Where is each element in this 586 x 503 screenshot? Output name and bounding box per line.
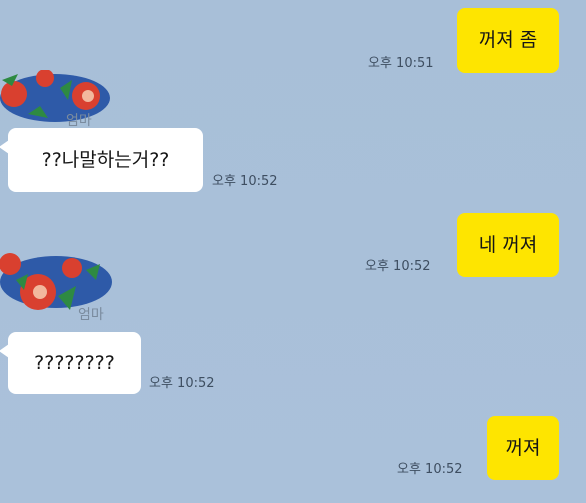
message-bubble-other[interactable]: ??나말하는거?? <box>0 128 203 192</box>
message-bubble-me[interactable]: 네 꺼져 <box>457 213 559 277</box>
message-time: 오후 10:51 <box>368 56 434 71</box>
message-bubble-me[interactable]: 꺼져 좀 <box>457 8 559 73</box>
message-time: 오후 10:52 <box>149 376 215 391</box>
message-row-other-2: ???????? 오후 10:52 <box>0 322 586 402</box>
avatar[interactable] <box>0 250 112 310</box>
message-time: 오후 10:52 <box>212 174 278 189</box>
message-time: 오후 10:52 <box>365 259 431 274</box>
sender-name: 엄마 <box>78 307 104 323</box>
chat-room: 오후 10:51 꺼져 좀 엄마 ??나말하는거?? 오후 10:52 오후 1… <box>0 0 586 503</box>
message-row-other-1: ??나말하는거?? 오후 10:52 <box>0 120 586 200</box>
message-row-me-3: 오후 10:52 꺼져 <box>0 408 586 503</box>
avatar[interactable] <box>0 69 112 126</box>
message-row-me-1: 오후 10:51 꺼져 좀 <box>0 0 586 80</box>
message-bubble-other[interactable]: ???????? <box>0 332 141 394</box>
floral-avatar-icon <box>0 69 110 122</box>
message-bubble-me[interactable]: 꺼져 <box>487 416 559 480</box>
message-time: 오후 10:52 <box>397 462 463 477</box>
